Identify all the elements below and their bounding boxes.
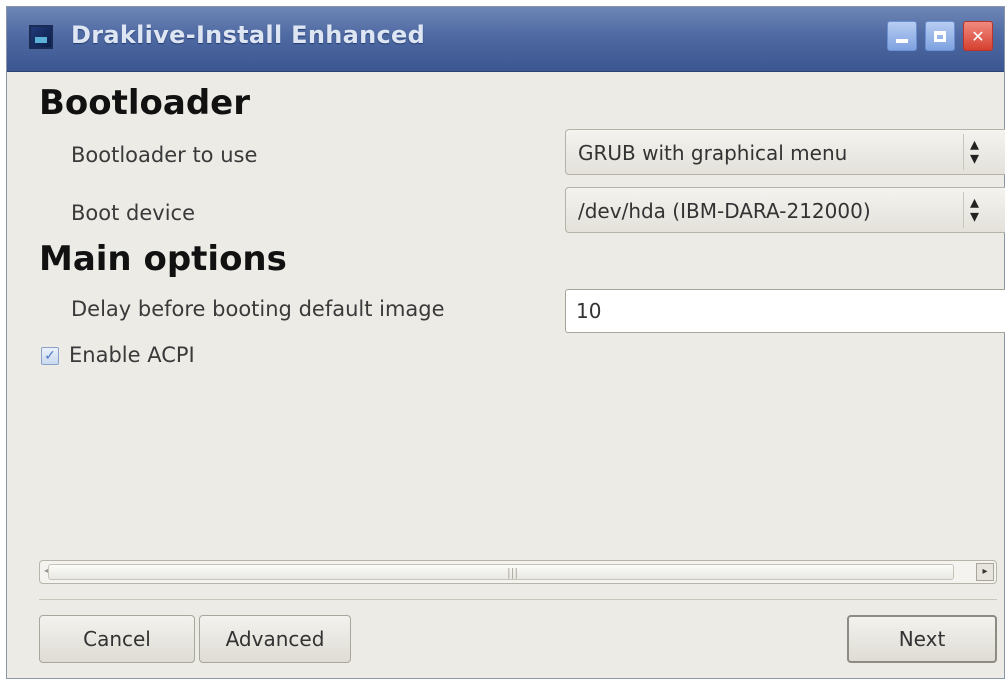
boot-device-select-value: /dev/hda (IBM-DARA-212000): [578, 199, 871, 223]
next-button[interactable]: Next: [847, 615, 997, 663]
enable-acpi-checkbox[interactable]: ✓: [41, 347, 59, 365]
bootloader-select[interactable]: GRUB with graphical menu ▴ ▾: [565, 129, 1005, 175]
combo-separator: [963, 192, 964, 228]
drakx-app-icon: [29, 25, 53, 49]
horizontal-scrollbar[interactable]: ◂ ||| ▸: [39, 560, 997, 584]
main-options-heading: Main options: [39, 239, 287, 279]
bootloader-to-use-label: Bootloader to use: [71, 143, 258, 167]
checkmark-icon: ✓: [44, 348, 56, 364]
close-icon: ✕: [971, 26, 985, 46]
delay-input[interactable]: [565, 289, 1005, 333]
grip-icon: |||: [507, 566, 519, 579]
combo-separator: [963, 134, 964, 170]
delay-label: Delay before booting default image: [71, 297, 445, 321]
cancel-button[interactable]: Cancel: [39, 615, 195, 663]
minimize-icon: [896, 39, 908, 43]
scroll-right-button[interactable]: ▸: [976, 563, 994, 581]
divider: [39, 599, 997, 600]
close-button[interactable]: ✕: [963, 21, 993, 51]
maximize-icon: [934, 30, 946, 42]
up-down-arrows-icon: ▴ ▾: [970, 134, 980, 169]
advanced-button[interactable]: Advanced: [199, 615, 351, 663]
scrollbar-thumb[interactable]: |||: [48, 564, 954, 580]
maximize-button[interactable]: [925, 21, 955, 51]
bootloader-select-value: GRUB with graphical menu: [578, 141, 848, 165]
boot-device-label: Boot device: [71, 201, 195, 225]
boot-device-select[interactable]: /dev/hda (IBM-DARA-212000) ▴ ▾: [565, 187, 1005, 233]
title-bar[interactable]: Draklive-Install Enhanced ✕: [7, 7, 1004, 72]
window-title: Draklive-Install Enhanced: [71, 21, 426, 49]
scroll-right-icon: ▸: [982, 566, 988, 577]
enable-acpi-label[interactable]: Enable ACPI: [69, 343, 195, 367]
minimize-button[interactable]: [887, 21, 917, 51]
bootloader-heading: Bootloader: [39, 83, 251, 123]
up-down-arrows-icon: ▴ ▾: [970, 192, 980, 227]
dialog-window: Draklive-Install Enhanced ✕ Bootloader B…: [6, 6, 1005, 679]
